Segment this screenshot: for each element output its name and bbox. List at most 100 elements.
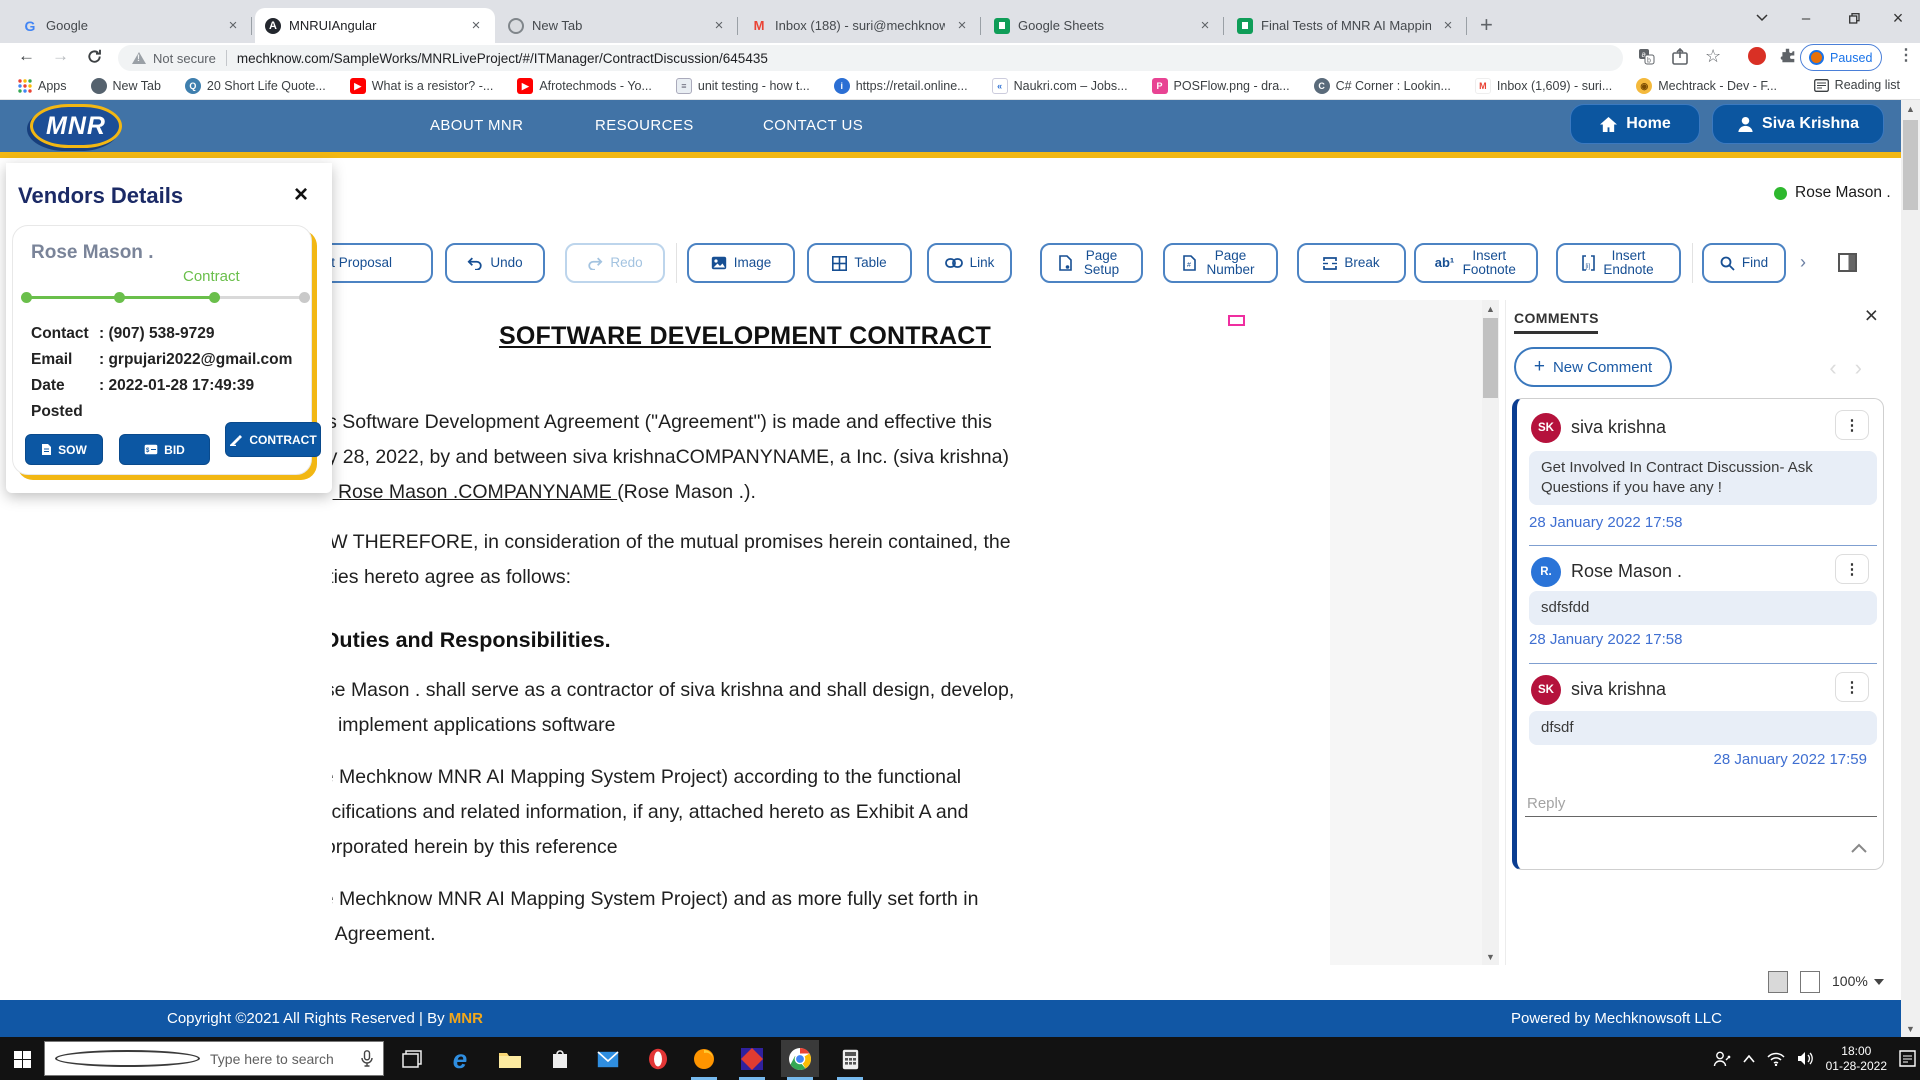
page-setup-button[interactable]: Page Setup: [1040, 243, 1143, 283]
translate-icon[interactable]: ab: [1638, 48, 1655, 65]
user-button[interactable]: Siva Krishna: [1712, 104, 1884, 144]
browser-scrollbar[interactable]: ▲ ▼: [1901, 100, 1920, 1037]
tab-new-tab[interactable]: New Tab ×: [498, 8, 738, 43]
bid-button[interactable]: $ BID: [119, 434, 210, 465]
start-button[interactable]: [8, 1045, 36, 1073]
sync-paused-button[interactable]: Paused: [1800, 44, 1882, 71]
nav-resources[interactable]: RESOURCES: [595, 117, 694, 134]
nav-contact-us[interactable]: CONTACT US: [763, 117, 863, 134]
insert-footnote-button[interactable]: ab¹ Insert Footnote: [1414, 243, 1538, 283]
extensions-puzzle-icon[interactable]: [1779, 47, 1796, 64]
collapse-chevron-icon[interactable]: [1851, 843, 1867, 859]
notification-center-icon[interactable]: [1899, 1050, 1916, 1067]
share-icon[interactable]: [1672, 48, 1688, 65]
window-menu-chevron-icon[interactable]: [1740, 0, 1784, 36]
url-field[interactable]: Not secure mechknow.com/SampleWorks/MNRL…: [118, 45, 1623, 71]
break-button[interactable]: Break: [1297, 243, 1406, 283]
redo-button[interactable]: Redo: [565, 243, 665, 283]
insert-endnote-button[interactable]: [i] Insert Endnote: [1556, 243, 1681, 283]
adblock-extension-icon[interactable]: [1748, 47, 1766, 65]
contract-button[interactable]: CONTRACT: [225, 422, 321, 457]
chrome-icon[interactable]: [786, 1045, 814, 1073]
zoom-caret-icon[interactable]: [1874, 979, 1884, 985]
browser-scroll-thumb[interactable]: [1903, 120, 1918, 210]
toolbar-overflow-chevron-icon[interactable]: ›: [1800, 252, 1806, 273]
tab-gmail-inbox[interactable]: M Inbox (188) - suri@mechknowsof ×: [741, 8, 981, 43]
footer-brand[interactable]: MNR: [449, 1010, 483, 1027]
network-icon[interactable]: [1767, 1052, 1785, 1066]
tab-google[interactable]: G Google ×: [12, 8, 252, 43]
comment-anchor-marker[interactable]: [1228, 315, 1245, 326]
file-explorer-icon[interactable]: [496, 1045, 524, 1073]
zoom-level[interactable]: 100%: [1832, 973, 1868, 989]
clock[interactable]: 18:00 01-28-2022: [1826, 1044, 1887, 1074]
reading-list-button[interactable]: Reading list: [1814, 78, 1900, 92]
mail-icon[interactable]: [594, 1045, 622, 1073]
tab-close-icon[interactable]: ×: [1439, 17, 1457, 34]
bookmark-retail-online[interactable]: i https://retail.online...: [834, 78, 968, 94]
tab-close-icon[interactable]: ×: [710, 17, 728, 34]
microphone-icon[interactable]: [361, 1050, 373, 1067]
bookmark-csharp-corner[interactable]: C C# Corner : Lookin...: [1314, 78, 1451, 94]
document-scrollbar[interactable]: ▲ ▼: [1482, 300, 1499, 965]
people-icon[interactable]: [1713, 1051, 1731, 1067]
window-restore-button[interactable]: [1832, 0, 1876, 36]
tab-close-icon[interactable]: ×: [467, 17, 485, 34]
back-icon[interactable]: ←: [18, 46, 35, 66]
comment-menu-dots-icon[interactable]: ⋮: [1835, 554, 1869, 584]
edge-icon[interactable]: e: [446, 1045, 474, 1073]
web-layout-icon[interactable]: [1800, 971, 1820, 993]
browser-menu-dots-icon[interactable]: ⋮: [1898, 45, 1914, 65]
refresh-icon[interactable]: [86, 48, 103, 65]
bookmark-afrotechmods[interactable]: ▶ Afrotechmods - Yo...: [517, 78, 652, 94]
new-tab-button[interactable]: +: [1480, 12, 1493, 38]
bookmark-unit-testing[interactable]: ≡ unit testing - how t...: [676, 78, 810, 94]
comment-nav-arrows[interactable]: ‹›: [1829, 355, 1880, 381]
tray-expand-chevron-icon[interactable]: [1743, 1055, 1755, 1063]
scroll-up-icon[interactable]: ▲: [1902, 100, 1919, 117]
bookmark-mechtrack[interactable]: ◉ Mechtrack - Dev - F...: [1636, 78, 1777, 94]
scroll-up-icon[interactable]: ▲: [1482, 300, 1499, 317]
bookmark-resistor-video[interactable]: ▶ What is a resistor? -...: [350, 78, 494, 94]
mnr-logo[interactable]: MNR: [30, 104, 122, 148]
taskbar-search-input[interactable]: Type here to search: [44, 1041, 384, 1076]
table-button[interactable]: Table: [807, 243, 912, 283]
window-close-button[interactable]: ×: [1876, 0, 1920, 36]
opera-icon[interactable]: [644, 1045, 672, 1073]
image-button[interactable]: Image: [687, 243, 795, 283]
vendors-close-icon[interactable]: ×: [294, 181, 308, 209]
tab-final-tests[interactable]: Final Tests of MNR AI Mapping S ×: [1227, 8, 1467, 43]
bookmark-naukri[interactable]: « Naukri.com – Jobs...: [992, 78, 1128, 94]
bookmark-inbox[interactable]: M Inbox (1,609) - suri...: [1475, 78, 1612, 94]
scroll-down-icon[interactable]: ▼: [1482, 948, 1499, 965]
document-scroll-thumb[interactable]: [1483, 318, 1498, 398]
link-button[interactable]: Link: [927, 243, 1012, 283]
page-number-button[interactable]: # Page Number: [1163, 243, 1278, 283]
document-page[interactable]: This Software Development Agreement ("Ag…: [332, 300, 1482, 965]
tab-mnruiangular[interactable]: A MNRUIAngular ×: [255, 8, 495, 43]
undo-button[interactable]: Undo: [445, 243, 545, 283]
window-minimize-button[interactable]: –: [1784, 0, 1828, 36]
tab-close-icon[interactable]: ×: [1196, 17, 1214, 34]
print-layout-icon[interactable]: [1768, 971, 1788, 993]
home-button[interactable]: Home: [1570, 104, 1700, 144]
bookmark-life-quotes[interactable]: Q 20 Short Life Quote...: [185, 78, 326, 94]
new-comment-button[interactable]: + New Comment: [1514, 347, 1672, 387]
photoshop-icon[interactable]: [738, 1045, 766, 1073]
comments-close-icon[interactable]: ×: [1865, 302, 1878, 329]
sow-button[interactable]: SOW: [25, 434, 103, 465]
firefox-icon[interactable]: [690, 1045, 718, 1073]
tab-close-icon[interactable]: ×: [224, 17, 242, 34]
bookmark-apps[interactable]: Apps: [18, 79, 67, 93]
comment-menu-dots-icon[interactable]: ⋮: [1835, 410, 1869, 440]
nav-about-mnr[interactable]: ABOUT MNR: [430, 117, 523, 134]
tab-close-icon[interactable]: ×: [953, 17, 971, 34]
find-button[interactable]: Find: [1702, 243, 1786, 283]
reply-input[interactable]: [1525, 791, 1877, 817]
store-icon[interactable]: [546, 1045, 574, 1073]
volume-icon[interactable]: [1797, 1051, 1814, 1066]
not-secure-warning-icon[interactable]: [132, 52, 146, 64]
task-view-icon[interactable]: [398, 1045, 426, 1073]
bookmark-new-tab[interactable]: New Tab: [91, 78, 161, 94]
scroll-down-icon[interactable]: ▼: [1902, 1020, 1919, 1037]
